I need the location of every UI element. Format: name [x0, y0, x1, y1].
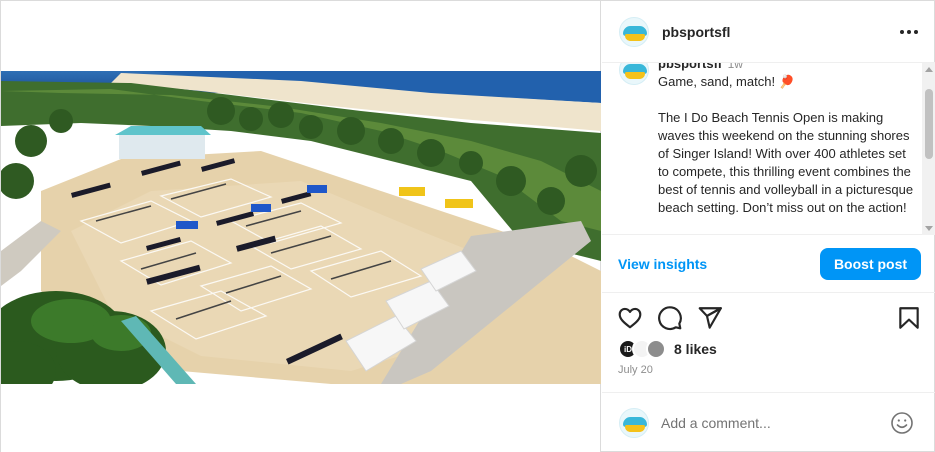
- comment-input[interactable]: [661, 413, 881, 433]
- scroll-up-arrow[interactable]: [925, 67, 933, 72]
- likes-row: iD 8 likes: [618, 338, 717, 360]
- caption-text: pbsportsfl 1w Game, sand, match! 🏓 The I …: [658, 63, 920, 217]
- caption-area: pbsportsfl 1w Game, sand, match! 🏓 The I …: [602, 63, 935, 235]
- comment-row: [602, 392, 935, 452]
- boost-post-button[interactable]: Boost post: [820, 248, 921, 280]
- post-photo[interactable]: [1, 71, 601, 384]
- post-dialog: pbsportsfl pbsportsfl 1w Game, sand, matc…: [0, 0, 935, 452]
- share-icon[interactable]: [697, 305, 723, 331]
- caption-avatar[interactable]: [619, 63, 649, 85]
- caption-title: Game, sand, match! 🏓: [658, 74, 795, 89]
- caption-scrollbar[interactable]: [922, 63, 935, 235]
- post-media: [1, 1, 601, 452]
- liker-avatar[interactable]: [646, 339, 666, 359]
- username[interactable]: pbsportsfl: [662, 24, 730, 40]
- view-insights-link[interactable]: View insights: [618, 256, 707, 272]
- action-bar: [602, 305, 935, 333]
- likes-count[interactable]: 8 likes: [674, 341, 717, 357]
- post-details-panel: pbsportsfl pbsportsfl 1w Game, sand, matc…: [602, 1, 935, 452]
- comment-icon[interactable]: [657, 305, 683, 331]
- heart-icon[interactable]: [617, 305, 643, 331]
- caption-body: The I Do Beach Tennis Open is making wav…: [658, 110, 917, 215]
- caption-username[interactable]: pbsportsfl: [658, 63, 722, 71]
- avatar[interactable]: [619, 16, 649, 47]
- post-date: July 20: [618, 364, 653, 376]
- more-icon[interactable]: [900, 23, 918, 41]
- caption-timestamp: 1w: [727, 63, 743, 71]
- bookmark-icon[interactable]: [896, 305, 922, 331]
- commenter-avatar: [619, 408, 649, 438]
- scroll-down-arrow[interactable]: [925, 226, 933, 231]
- post-header: pbsportsfl: [602, 1, 935, 63]
- scroll-thumb[interactable]: [925, 89, 933, 159]
- insights-row: View insights Boost post: [602, 235, 935, 293]
- beach-tennis-aerial-photo: [1, 71, 601, 384]
- emoji-icon[interactable]: [890, 411, 914, 435]
